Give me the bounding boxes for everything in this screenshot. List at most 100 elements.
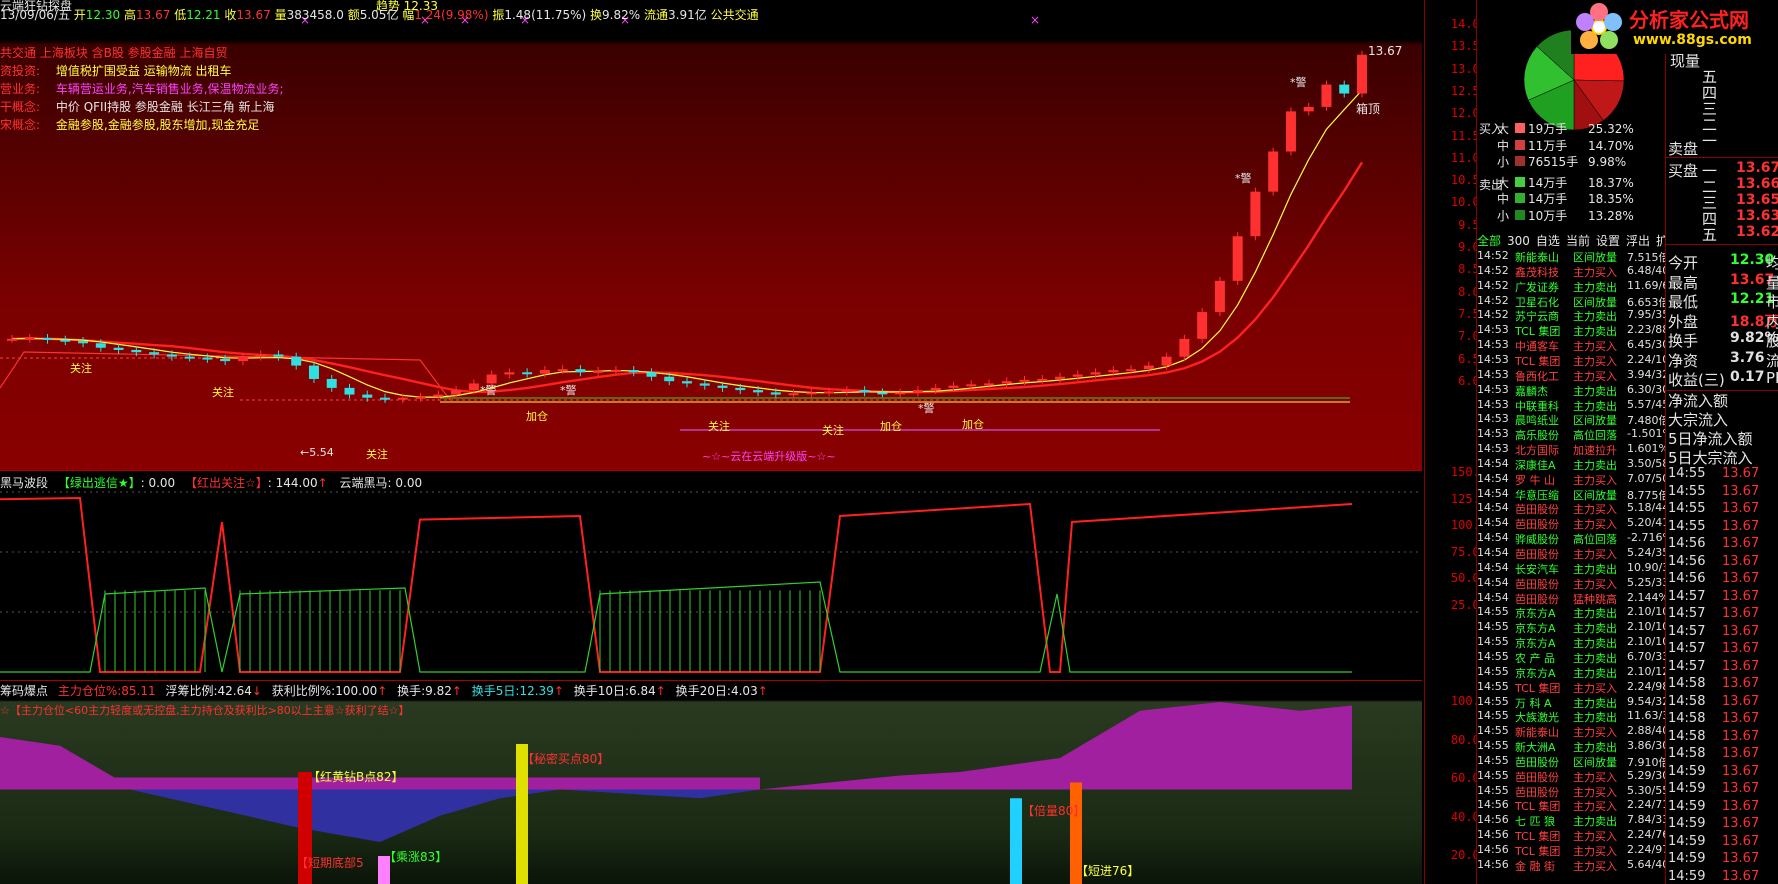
concept-line0: 共交通 上海板块 含B股 参股金融 上海自贸 xyxy=(0,46,228,60)
radar-val: 2.10/12 xyxy=(1627,664,1667,678)
buy-in-label: 买入 xyxy=(1479,120,1503,139)
change-label: 幅 xyxy=(402,8,415,22)
radar-row[interactable]: 14:53 鲁西化工 主力买入 3.94/32 xyxy=(1477,368,1667,384)
radar-row[interactable]: 14:54 罗 牛 山 主力买入 7.07/50 xyxy=(1477,472,1667,488)
radar-row[interactable]: 14:54 长安汽车主力卖出 10.90/33 xyxy=(1477,561,1667,577)
radar-row[interactable]: 14:52 苏宁云商 主力卖出 7.95/35 xyxy=(1477,308,1667,324)
radar-row[interactable]: 14:56 金 融 街 主力买入 5.64/40 xyxy=(1477,858,1667,874)
radar-row[interactable]: 14:54 骅威股份高位回落 -2.716% xyxy=(1477,531,1667,547)
radar-tab-3[interactable]: 当前 xyxy=(1566,234,1590,248)
radar-row[interactable]: 14:55 京东方A 主力卖出 2.10/10 xyxy=(1477,605,1667,621)
candle-body xyxy=(433,394,444,397)
radar-row[interactable]: 14:53 高乐股份高位回落 -1.501% xyxy=(1477,427,1667,443)
radar-row[interactable]: 14:55 京东方A 主力卖出 2.10/12 xyxy=(1477,665,1667,681)
tick-time: 14:56 xyxy=(1668,536,1706,551)
turnover10-label: 换手10日: xyxy=(573,684,630,698)
radar-tab-1[interactable]: 300 xyxy=(1507,234,1530,248)
radar-row[interactable]: 14:56 TCL 集团 主力买入 2.24/76 xyxy=(1477,828,1667,844)
radar-event: 主力卖出 xyxy=(1573,280,1617,294)
add-label: 加仓 xyxy=(962,418,984,431)
radar-name: 中联重科 xyxy=(1515,399,1559,413)
stat-extra-label: 内 xyxy=(1766,312,1778,331)
radar-row[interactable]: 14:55 新大洲A 主力卖出 3.86/30 xyxy=(1477,739,1667,755)
radar-event: 主力卖出 xyxy=(1573,666,1617,680)
radar-row[interactable]: 14:55 万 科 A 主力卖出 9.54/32 xyxy=(1477,695,1667,711)
buy-level-price: 13.63 xyxy=(1736,208,1778,224)
tick-price: 13.67 xyxy=(1722,816,1760,831)
candle-body xyxy=(1197,312,1208,339)
radar-row[interactable]: 14:53 晨鸣纸业 区间放量 7.480倍 xyxy=(1477,412,1667,428)
radar-row[interactable]: 14:55 芭田股份 区间放量 7.910倍 xyxy=(1477,754,1667,770)
radar-time: 14:52 xyxy=(1477,278,1509,292)
focus-label: 关注 xyxy=(212,386,234,399)
order-amount: 10万手 xyxy=(1528,208,1568,223)
radar-row[interactable]: 14:54 芭田股份 主力买入 5.25/33 xyxy=(1477,576,1667,592)
close-value: 13.67 xyxy=(236,8,271,22)
radar-tab-5[interactable]: 浮出 xyxy=(1626,234,1650,248)
order-size: 小 xyxy=(1497,208,1510,223)
chip-bar-label: 【短进76】 xyxy=(1076,864,1140,878)
radar-row[interactable]: 14:52 新能泰山 区间放量 7.515倍 xyxy=(1477,249,1667,265)
order-percent: 13.28% xyxy=(1588,208,1634,223)
radar-val: 2.24/97 xyxy=(1627,843,1667,856)
candle-body xyxy=(1037,378,1048,381)
radar-row[interactable]: 14:53 TCL 集团 主力卖出 2.23/88 xyxy=(1477,323,1667,339)
radar-row[interactable]: 14:55 大族激光主力卖出 11.63/39 xyxy=(1477,709,1667,725)
focus-label: 关注 xyxy=(70,362,92,375)
radar-row[interactable]: 14:52 鑫茂科技 主力买入 6.48/40 xyxy=(1477,264,1667,280)
right-panel[interactable]: 买入 卖出 大 19万手 25.32% 中 11万手 14.70% 小 76515手 9.98%… xyxy=(1476,0,1778,884)
radar-row[interactable]: 14:55 新能泰山 主力买入 2.88/40 xyxy=(1477,724,1667,740)
radar-name: 新能泰山 xyxy=(1515,251,1559,264)
float-value: 3.91亿 xyxy=(668,8,707,22)
radar-row[interactable]: 14:54 芭田股份 主力买入 5.24/35 xyxy=(1477,546,1667,562)
radar-row[interactable]: 14:55 TCL 集团 主力买入 2.24/98 xyxy=(1477,680,1667,696)
radar-event: 主力买入 xyxy=(1573,518,1617,532)
radar-row[interactable]: 14:54 芭田股份 主力买入 5.18/44 xyxy=(1477,501,1667,517)
radar-event: 高位回落 xyxy=(1573,429,1617,443)
radar-name: 华意压缩 xyxy=(1515,488,1559,502)
radar-row[interactable]: 14:53 TCL 集团 主力买入 2.24/10 xyxy=(1477,353,1667,369)
radar-row[interactable]: 14:54 芭田股份 猛种跳高 2.144% xyxy=(1477,591,1667,607)
radar-time: 14:55 xyxy=(1477,664,1509,678)
focus-label: 关注 xyxy=(366,448,388,461)
radar-row[interactable]: 14:55 京东方A 主力卖出 2.10/10 xyxy=(1477,635,1667,651)
radar-name: 鑫茂科技 xyxy=(1515,265,1559,279)
chart-area[interactable]: × × × × × × 云端狂钻探盘 趋势 12.33 13/09/06/五 开12.30… xyxy=(0,0,1422,884)
order-size: 大 xyxy=(1497,122,1510,136)
radar-row[interactable]: 14:56 TCL 集团 主力买入 2.24/97 xyxy=(1477,843,1667,859)
radar-row[interactable]: 14:53 中联重科 主力卖出 5.57/45 xyxy=(1477,398,1667,414)
radar-row[interactable]: 14:53 北方国际 加速拉升 1.601% xyxy=(1477,442,1667,458)
radar-tab-4[interactable]: 设置 xyxy=(1596,234,1620,248)
price-panel[interactable]: × × × × × × 云端狂钻探盘 趋势 12.33 13/09/06/五 开12.30… xyxy=(0,0,1422,470)
tick-time: 14:58 xyxy=(1668,711,1706,726)
radar-row[interactable]: 14:53 嘉麟杰 主力卖出 6.30/30 xyxy=(1477,383,1667,399)
radar-row[interactable]: 14:54 深康佳A 主力卖出 3.50/58 xyxy=(1477,457,1667,473)
radar-tab-2[interactable]: 自选 xyxy=(1536,234,1560,248)
order-amount: 11万手 xyxy=(1528,138,1568,153)
candle-body xyxy=(1321,84,1332,107)
chip-panel[interactable]: 筹码爆点 主力仓位%:85.11 浮筹比例:42.64↓ 获利比例%:100.0… xyxy=(0,682,1422,884)
radar-name: 芭田股份 xyxy=(1515,592,1559,606)
stat-label: 换手 xyxy=(1668,332,1699,350)
radar-row[interactable]: 14:56 TCL 集团 主力买入 2.24/71 xyxy=(1477,798,1667,814)
radar-row[interactable]: 14:55 京东方A 主力卖出 2.10/10 xyxy=(1477,620,1667,636)
volume-value: 383458.0 xyxy=(286,8,344,22)
stat-value: 0.17 xyxy=(1730,369,1765,385)
candle-body xyxy=(841,390,852,393)
buy-level-price: 13.67 xyxy=(1736,160,1778,176)
radar-row[interactable]: 14:55 芭田股份 主力买入 5.30/55 xyxy=(1477,784,1667,800)
radar-tab-0[interactable]: 全部 xyxy=(1477,234,1501,248)
radar-val: 5.30/55 xyxy=(1627,783,1667,797)
radar-row[interactable]: 14:55 芭田股份 主力买入 5.29/30 xyxy=(1477,769,1667,785)
oscillator-panel[interactable]: 黑马波段 【绿出逃信★】: 0.00 【红出关注☆】: 144.00↑ 云端黑马… xyxy=(0,472,1422,680)
order-percent: 14.70% xyxy=(1588,138,1634,153)
radar-row[interactable]: 14:54 芭田股份 主力买入 5.20/41 xyxy=(1477,516,1667,532)
radar-name: TCL 集团 xyxy=(1515,830,1561,844)
radar-row[interactable]: 14:52 卫星石化 区间放量 6.653倍 xyxy=(1477,294,1667,310)
radar-row[interactable]: 14:53 中通客车 主力买入 6.45/30 xyxy=(1477,338,1667,354)
radar-row[interactable]: 14:54 华意压缩 区间放量 8.775倍 xyxy=(1477,487,1667,503)
radar-row[interactable]: 14:52 广发证券 主力卖出 11.69/6 xyxy=(1477,279,1667,295)
radar-row[interactable]: 14:56 七 匹 狼 主力卖出 7.84/33 xyxy=(1477,813,1667,829)
buy-level-price: 13.62 xyxy=(1736,224,1778,240)
radar-row[interactable]: 14:55 农 产 品 主力卖出 6.70/33 xyxy=(1477,650,1667,666)
